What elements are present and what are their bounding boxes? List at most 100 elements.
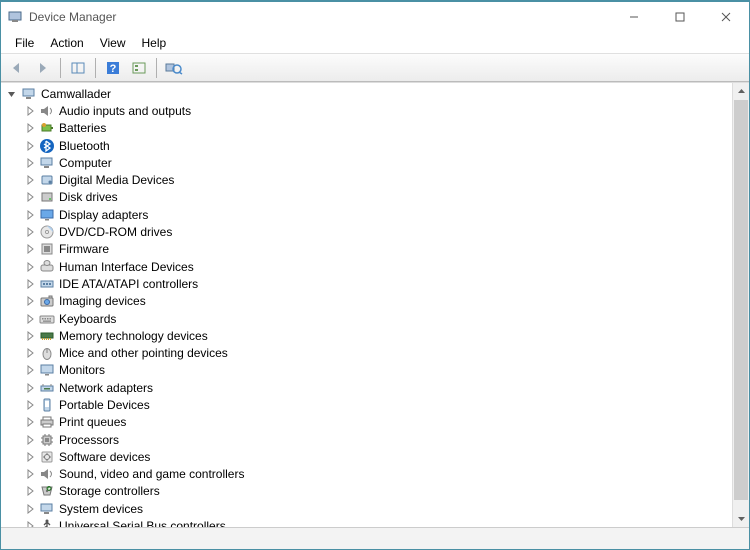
scroll-thumb[interactable] (734, 100, 748, 500)
tree-item[interactable]: System devices (5, 500, 732, 517)
tree-root[interactable]: Camwallader (5, 85, 732, 102)
tree-item-label: System devices (59, 502, 143, 516)
storage-icon (39, 483, 55, 499)
tree-item-label: Storage controllers (59, 484, 160, 498)
expander-icon[interactable] (23, 225, 37, 239)
expander-icon[interactable] (23, 502, 37, 516)
tree-item[interactable]: Memory technology devices (5, 327, 732, 344)
tree-item-label: Portable Devices (59, 398, 150, 412)
device-tree[interactable]: Camwallader Audio inputs and outputs Batte… (1, 83, 732, 527)
expander-icon[interactable] (23, 190, 37, 204)
system-icon (39, 501, 55, 517)
tree-root-label: Camwallader (41, 87, 111, 101)
toolbar-separator (156, 58, 157, 78)
expander-icon[interactable] (23, 381, 37, 395)
tree-item[interactable]: Audio inputs and outputs (5, 102, 732, 119)
menu-file[interactable]: File (7, 34, 42, 52)
minimize-button[interactable] (611, 2, 657, 32)
app-icon (7, 9, 23, 25)
expander-icon[interactable] (23, 519, 37, 527)
tree-item-label: Audio inputs and outputs (59, 104, 191, 118)
expander-icon[interactable] (23, 346, 37, 360)
battery-icon (39, 120, 55, 136)
tree-item[interactable]: Human Interface Devices (5, 258, 732, 275)
toolbar-separator (95, 58, 96, 78)
tree-item[interactable]: Display adapters (5, 206, 732, 223)
titlebar: Device Manager (1, 2, 749, 32)
expander-icon[interactable] (23, 329, 37, 343)
tree-item-label: Print queues (59, 415, 126, 429)
scan-hardware-button[interactable] (162, 57, 186, 79)
expander-icon[interactable] (23, 363, 37, 377)
tree-item-label: Display adapters (59, 208, 148, 222)
tree-item[interactable]: Portable Devices (5, 396, 732, 413)
ide-icon (39, 276, 55, 292)
tree-item[interactable]: DVD/CD-ROM drives (5, 223, 732, 240)
tree-item[interactable]: Processors (5, 431, 732, 448)
expander-icon[interactable] (23, 484, 37, 498)
expander-icon[interactable] (23, 104, 37, 118)
scroll-track[interactable] (733, 100, 749, 510)
tree-item[interactable]: Digital Media Devices (5, 171, 732, 188)
bluetooth-icon (39, 138, 55, 154)
mouse-icon (39, 345, 55, 361)
update-driver-button[interactable] (127, 57, 151, 79)
tree-item[interactable]: Computer (5, 154, 732, 171)
expander-icon[interactable] (23, 467, 37, 481)
tree-item-label: Processors (59, 433, 119, 447)
expander-icon[interactable] (23, 398, 37, 412)
expander-icon[interactable] (23, 121, 37, 135)
menu-view[interactable]: View (92, 34, 134, 52)
tree-item[interactable]: Sound, video and game controllers (5, 466, 732, 483)
tree-item-label: Digital Media Devices (59, 173, 174, 187)
forward-button[interactable] (31, 57, 55, 79)
expander-icon[interactable] (23, 208, 37, 222)
scroll-down-button[interactable] (733, 510, 749, 527)
tree-item[interactable]: Mice and other pointing devices (5, 344, 732, 361)
media-icon (39, 172, 55, 188)
expander-icon[interactable] (23, 260, 37, 274)
portable-icon (39, 397, 55, 413)
expander-icon[interactable] (23, 433, 37, 447)
tree-item[interactable]: Storage controllers (5, 483, 732, 500)
cpu-icon (39, 432, 55, 448)
maximize-button[interactable] (657, 2, 703, 32)
tree-item[interactable]: Monitors (5, 362, 732, 379)
expander-icon[interactable] (23, 294, 37, 308)
expander-icon[interactable] (23, 415, 37, 429)
expander-icon[interactable] (23, 173, 37, 187)
menu-help[interactable]: Help (134, 34, 175, 52)
menu-action[interactable]: Action (42, 34, 91, 52)
expander-icon[interactable] (23, 450, 37, 464)
imaging-icon (39, 293, 55, 309)
tree-item[interactable]: Firmware (5, 241, 732, 258)
tree-item[interactable]: Imaging devices (5, 293, 732, 310)
expander-icon[interactable] (5, 87, 19, 101)
expander-icon[interactable] (23, 139, 37, 153)
tree-item[interactable]: Print queues (5, 414, 732, 431)
tree-item[interactable]: Keyboards (5, 310, 732, 327)
tree-item[interactable]: Batteries (5, 120, 732, 137)
tree-item-label: Computer (59, 156, 112, 170)
sound-icon (39, 466, 55, 482)
help-button[interactable]: ? (101, 57, 125, 79)
tree-item[interactable]: Universal Serial Bus controllers (5, 517, 732, 527)
tree-item[interactable]: Network adapters (5, 379, 732, 396)
tree-item[interactable]: Bluetooth (5, 137, 732, 154)
tree-item-label: Mice and other pointing devices (59, 346, 228, 360)
expander-icon[interactable] (23, 312, 37, 326)
back-button[interactable] (5, 57, 29, 79)
tree-item[interactable]: Software devices (5, 448, 732, 465)
vertical-scrollbar[interactable] (732, 83, 749, 527)
scroll-up-button[interactable] (733, 83, 749, 100)
close-button[interactable] (703, 2, 749, 32)
expander-icon[interactable] (23, 156, 37, 170)
tree-item[interactable]: Disk drives (5, 189, 732, 206)
tree-item[interactable]: IDE ATA/ATAPI controllers (5, 275, 732, 292)
expander-icon[interactable] (23, 277, 37, 291)
show-hide-console-button[interactable] (66, 57, 90, 79)
cd-icon (39, 224, 55, 240)
software-icon (39, 449, 55, 465)
usb-icon (39, 518, 55, 527)
expander-icon[interactable] (23, 242, 37, 256)
